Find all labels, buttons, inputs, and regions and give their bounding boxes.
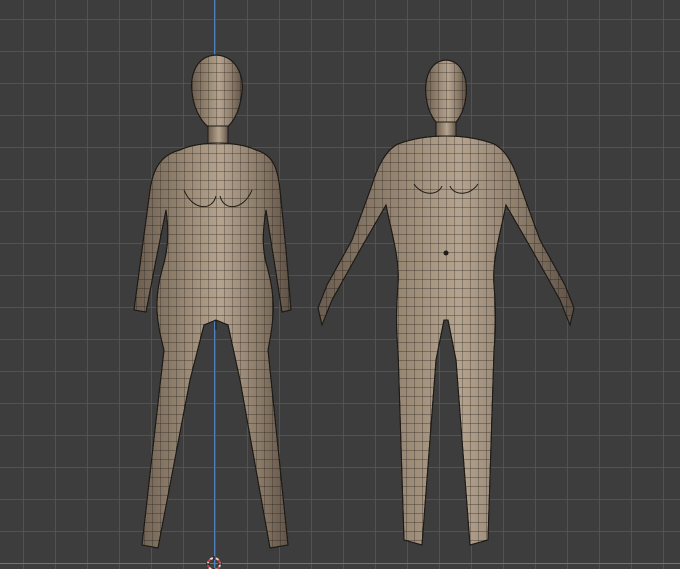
3d-viewport[interactable] [0,0,680,569]
female-figure[interactable] [128,0,308,560]
x-axis-line [0,563,680,564]
3d-cursor-icon[interactable] [206,556,222,569]
male-figure[interactable] [310,0,590,560]
